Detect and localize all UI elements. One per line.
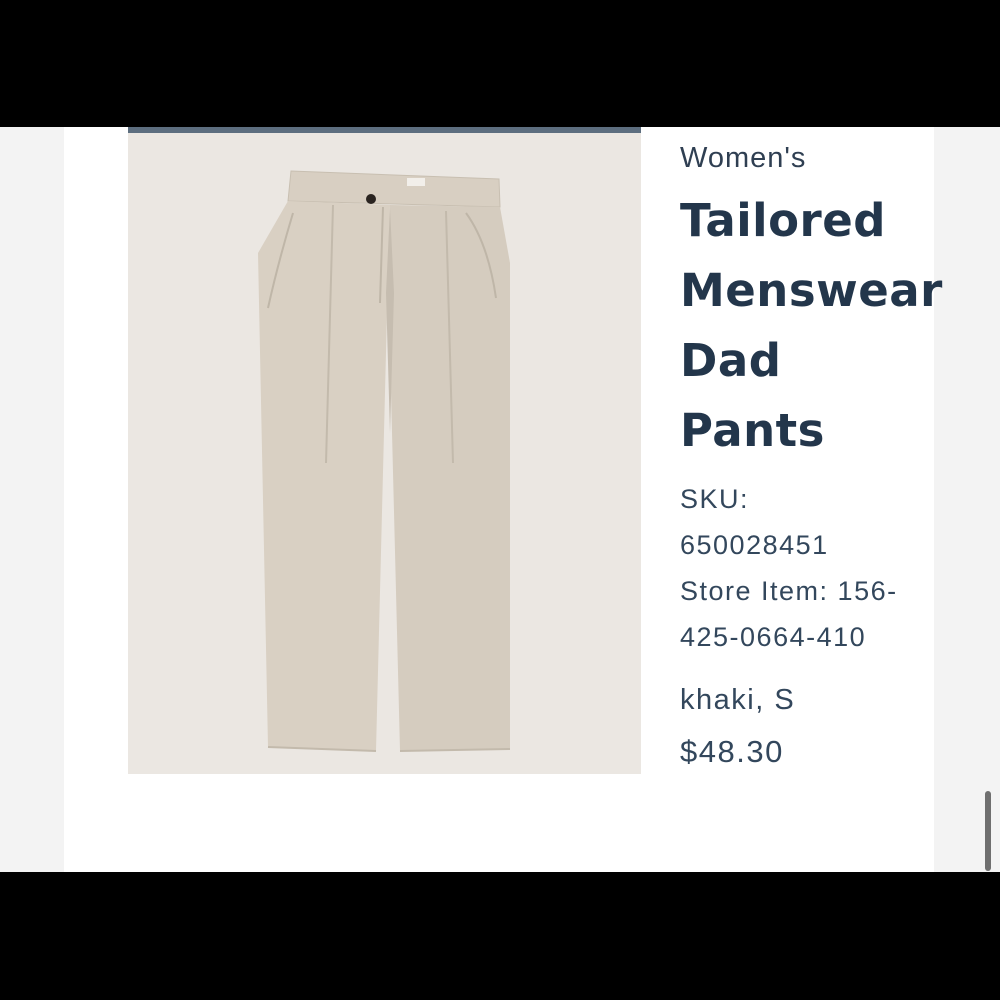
khaki-pants-photo	[128, 133, 641, 774]
product-meta: SKU: 650028451 Store Item: 156- 425-0664…	[680, 476, 940, 660]
product-title-line: Tailored	[680, 193, 886, 247]
store-item-line: Store Item: 156-	[680, 575, 898, 606]
product-title-line: Menswear	[680, 263, 943, 317]
letterbox-bottom	[0, 872, 1000, 1000]
product-title-line: Pants	[680, 403, 825, 457]
product-variant: khaki, S	[680, 683, 796, 716]
store-item-line: 425-0664-410	[680, 621, 867, 652]
product-card: Women's Tailored Menswear Dad Pants SKU:…	[64, 127, 942, 872]
product-image-container[interactable]	[128, 127, 641, 774]
product-price: $48.30	[680, 733, 784, 769]
letterbox-top	[0, 0, 1000, 127]
product-title-line: Dad	[680, 333, 782, 387]
product-info: Women's Tailored Menswear Dad Pants SKU:…	[680, 141, 943, 778]
page-viewport: Women's Tailored Menswear Dad Pants SKU:…	[0, 127, 1000, 872]
sku-label: SKU:	[680, 483, 750, 514]
scrollbar-thumb[interactable]	[985, 791, 991, 871]
sku-value: 650028451	[680, 529, 829, 560]
product-title[interactable]: Tailored Menswear Dad Pants	[680, 186, 943, 466]
product-category: Women's	[680, 142, 807, 174]
